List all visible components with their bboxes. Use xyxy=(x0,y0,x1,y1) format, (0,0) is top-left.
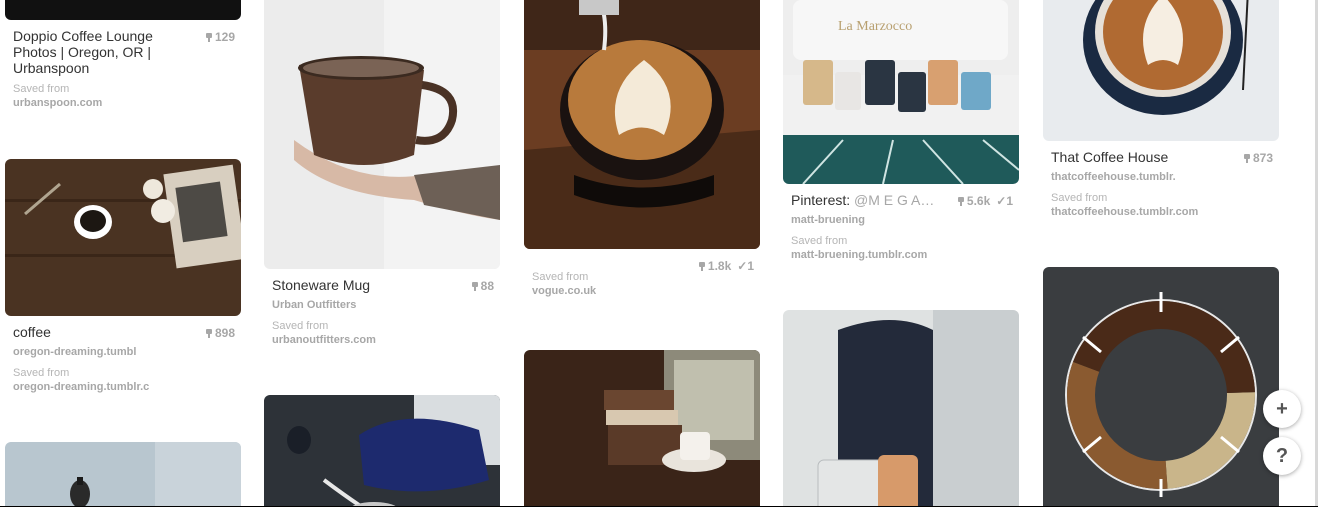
saved-label: Saved from xyxy=(13,367,70,379)
pin-cups[interactable]: La Marzocco Pinterest: @M E G A… 5.6k ✓1 … xyxy=(783,0,1019,270)
repin-count: 88 xyxy=(471,279,494,293)
repin-count: 1.8k ✓1 xyxy=(698,259,754,273)
pin-image[interactable] xyxy=(5,442,241,507)
pin-title[interactable]: Stoneware Mug xyxy=(272,277,370,293)
repin-count-value: 88 xyxy=(480,279,494,293)
pin-kettle[interactable] xyxy=(5,442,241,507)
pin-icon xyxy=(471,282,478,291)
pin-image[interactable] xyxy=(264,395,500,507)
latte-pour-photo xyxy=(524,0,760,249)
saved-label: Saved from xyxy=(272,320,329,332)
saved-label: Saved from xyxy=(532,271,589,283)
saved-site-link[interactable]: urbanspoon.com xyxy=(13,97,102,109)
kettle-photo xyxy=(5,442,241,507)
pin-icon xyxy=(205,33,212,42)
pin-icon xyxy=(205,329,212,338)
pin-doppio[interactable]: Doppio Coffee Lounge Photos | Oregon, OR… xyxy=(5,0,241,130)
machine-brand: La Marzocco xyxy=(838,19,912,34)
repin-count: 129 xyxy=(205,30,235,44)
board-link[interactable]: matt-bruening xyxy=(791,214,865,226)
pin-stoneware-mug[interactable]: Stoneware Mug 88 Urban Outfitters Saved … xyxy=(264,0,500,360)
pin-coffee-house[interactable]: That Coffee House 873 thatcoffeehouse.tu… xyxy=(1043,0,1279,230)
pin-icon xyxy=(957,197,964,206)
pin-jar-hands[interactable] xyxy=(783,310,1019,507)
saved-from: Saved from matt-bruening.tumblr.com xyxy=(791,234,927,262)
help-button[interactable]: ? xyxy=(1263,437,1301,475)
pin-title[interactable]: Pinterest: @M E G A… xyxy=(791,192,934,208)
pin-image[interactable] xyxy=(524,350,760,507)
help-icon: ? xyxy=(1275,444,1289,467)
saved-from: Saved from urbanspoon.com xyxy=(13,82,102,110)
repin-count-value: 873 xyxy=(1252,151,1273,165)
pin-title[interactable]: coffee xyxy=(13,324,51,340)
board-link[interactable]: Urban Outfitters xyxy=(272,299,356,311)
saved-site-link[interactable]: urbanoutfitters.com xyxy=(272,334,376,346)
like-icon: ✓ xyxy=(996,194,1007,208)
saved-from: Saved from oregon-dreaming.tumblr.c xyxy=(13,366,149,394)
coffee-table-photo xyxy=(5,159,241,316)
saved-label: Saved from xyxy=(13,83,70,95)
saved-site-link[interactable]: thatcoffeehouse.tumblr.com xyxy=(1051,206,1198,218)
repin-count: 898 xyxy=(205,326,235,340)
pin-books-coffee[interactable] xyxy=(524,350,760,507)
pin-title[interactable]: Doppio Coffee Lounge Photos | Oregon, OR… xyxy=(13,28,193,76)
pin-latte-art[interactable]: 1.8k ✓1 Saved from vogue.co.uk xyxy=(524,0,760,310)
pour-over-photo xyxy=(264,395,500,507)
board-link[interactable]: thatcoffeehouse.tumblr. xyxy=(1051,171,1176,183)
pin-icon xyxy=(698,262,705,271)
like-count: 1 xyxy=(1006,194,1013,208)
plus-icon: + xyxy=(1276,397,1288,420)
pin-grid: Doppio Coffee Lounge Photos | Oregon, OR… xyxy=(0,0,1318,507)
roast-clock-photo xyxy=(1043,267,1279,507)
saved-label: Saved from xyxy=(1051,192,1108,204)
pin-blue-kettle[interactable] xyxy=(264,395,500,507)
pin-image[interactable] xyxy=(264,0,500,269)
pin-image[interactable] xyxy=(783,310,1019,507)
pin-title[interactable]: That Coffee House xyxy=(1051,149,1168,165)
pin-image[interactable]: La Marzocco xyxy=(783,0,1019,184)
pin-image[interactable] xyxy=(1043,0,1279,141)
pin-image[interactable] xyxy=(5,159,241,316)
pin-coffee[interactable]: coffee 898 oregon-dreaming.tumbl Saved f… xyxy=(5,159,241,399)
repin-count-value: 5.6k xyxy=(966,194,991,208)
pin-icon xyxy=(1243,154,1250,163)
pin-image[interactable] xyxy=(5,0,241,20)
like-icon: ✓ xyxy=(737,259,748,273)
saved-site-link[interactable]: oregon-dreaming.tumblr.c xyxy=(13,381,149,393)
pin-roast-clock[interactable] xyxy=(1043,267,1279,507)
pin-title-text: Pinterest: xyxy=(791,192,851,208)
repin-count-value: 1.8k xyxy=(707,259,732,273)
repin-count: 5.6k ✓1 xyxy=(957,194,1013,208)
saved-from: Saved from urbanoutfitters.com xyxy=(272,319,376,347)
cups-photo: La Marzocco xyxy=(783,0,1019,184)
like-count: 1 xyxy=(747,259,754,273)
latte-top-photo xyxy=(1043,0,1279,141)
saved-label: Saved from xyxy=(791,235,848,247)
pin-title-extra: @M E G A… xyxy=(854,192,935,208)
add-button[interactable]: + xyxy=(1263,390,1301,428)
saved-site-link[interactable]: matt-bruening.tumblr.com xyxy=(791,249,927,261)
saved-from: Saved from vogue.co.uk xyxy=(532,270,596,298)
jar-photo xyxy=(783,310,1019,507)
pin-image[interactable] xyxy=(1043,267,1279,507)
saved-from: Saved from thatcoffeehouse.tumblr.com xyxy=(1051,191,1198,219)
books-coffee-photo xyxy=(524,350,760,507)
repin-count-value: 129 xyxy=(214,30,235,44)
board-link[interactable]: oregon-dreaming.tumbl xyxy=(13,346,136,358)
repin-count-value: 898 xyxy=(214,326,235,340)
repin-count: 873 xyxy=(1243,151,1273,165)
saved-site-link[interactable]: vogue.co.uk xyxy=(532,285,596,297)
mug-photo xyxy=(264,0,500,269)
pin-image[interactable] xyxy=(524,0,760,249)
